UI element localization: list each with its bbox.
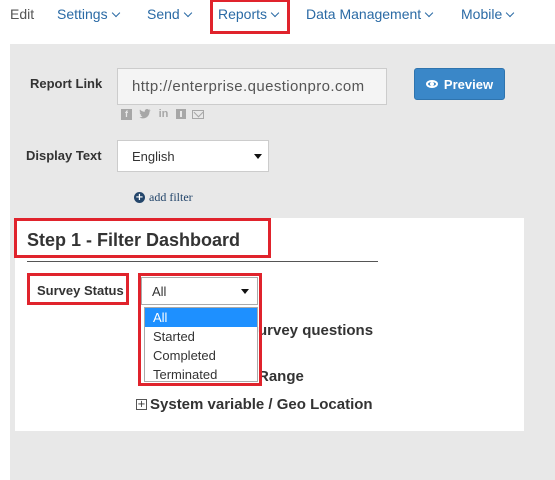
eye-icon (425, 80, 438, 88)
nav-settings[interactable]: Settings (57, 6, 120, 22)
geo-location-section[interactable]: + System variable / Geo Location (136, 396, 373, 413)
top-nav: Edit Settings Send Reports Data Manageme… (0, 0, 555, 42)
add-filter-label: add filter (149, 190, 193, 204)
nav-data-management[interactable]: Data Management (306, 6, 434, 22)
facebook-icon[interactable]: f (121, 108, 132, 120)
report-link-field[interactable]: http://enterprise.questionpro.com (117, 68, 387, 105)
survey-status-label: Survey Status (37, 283, 124, 298)
caret-down-icon (254, 154, 262, 159)
nav-settings-label: Settings (57, 6, 108, 22)
survey-questions-section[interactable]: urvey questions (258, 322, 373, 339)
chevron-down-icon (424, 8, 434, 18)
nav-reports-label: Reports (218, 6, 268, 22)
option-started[interactable]: Started (145, 327, 257, 346)
survey-status-value: All (152, 284, 167, 299)
twitter-icon[interactable] (138, 108, 151, 120)
range-section[interactable]: Range (258, 368, 304, 385)
email-icon[interactable] (192, 109, 204, 119)
nav-send[interactable]: Send (147, 6, 192, 22)
survey-status-dropdown: All Started Completed Terminated (144, 307, 258, 382)
caret-down-icon (241, 289, 249, 294)
display-text-value: English (132, 149, 175, 164)
survey-status-select[interactable]: All (141, 277, 258, 305)
nav-mobile-label: Mobile (461, 6, 503, 22)
preview-button-label: Preview (443, 76, 494, 92)
share-icons: f in (121, 108, 204, 120)
option-completed[interactable]: Completed (145, 346, 257, 365)
display-text-label: Display Text (26, 148, 102, 163)
expand-icon[interactable]: + (136, 399, 147, 410)
preview-button[interactable]: Preview (414, 68, 505, 100)
title-divider (27, 261, 378, 262)
linkedin-icon[interactable]: in (157, 108, 170, 120)
qr-code-icon[interactable] (176, 109, 186, 119)
geo-location-label: System variable / Geo Location (150, 396, 373, 413)
report-link-label: Report Link (30, 76, 103, 91)
plus-circle-icon: + (134, 192, 145, 203)
option-terminated[interactable]: Terminated (145, 365, 257, 384)
step-title: Step 1 - Filter Dashboard (27, 230, 241, 250)
display-text-select[interactable]: English (117, 140, 269, 172)
nav-edit[interactable]: Edit (10, 6, 34, 22)
nav-send-label: Send (147, 6, 180, 22)
chevron-down-icon (183, 8, 192, 18)
option-all[interactable]: All (145, 308, 257, 327)
nav-reports[interactable]: Reports (218, 6, 280, 22)
nav-edit-label: Edit (10, 6, 35, 22)
add-filter-link[interactable]: + add filter (134, 190, 193, 205)
nav-mobile[interactable]: Mobile (461, 6, 515, 22)
chevron-down-icon (270, 8, 280, 18)
chevron-down-icon (111, 8, 120, 18)
nav-data-management-label: Data Management (306, 6, 422, 22)
chevron-down-icon (506, 8, 515, 18)
active-tab-underline (218, 31, 280, 34)
